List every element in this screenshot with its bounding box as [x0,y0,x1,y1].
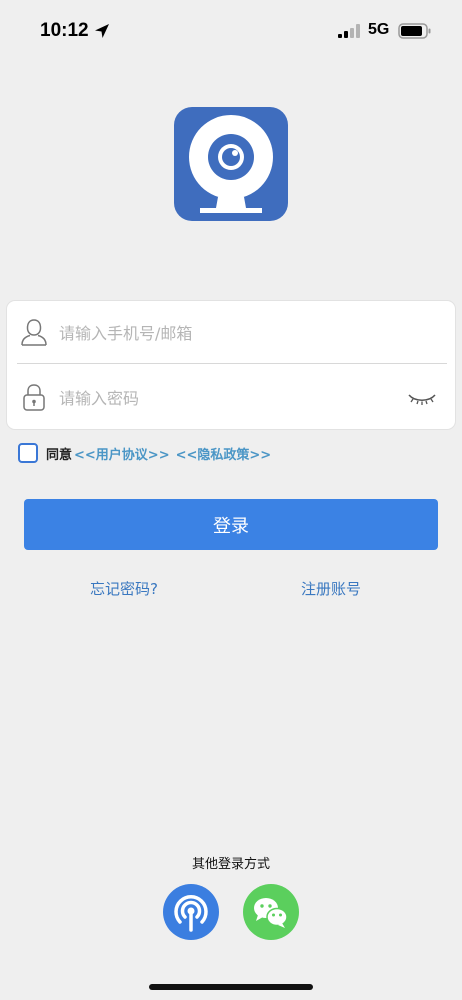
password-input[interactable] [59,380,389,416]
wechat-login-button[interactable] [243,884,299,940]
network-type: 5G [368,21,390,38]
password-field-row [7,366,457,430]
agreement-checkbox[interactable] [18,443,38,463]
wechat-icon [254,898,288,928]
forgot-password-link[interactable]: 忘记密码? [90,578,158,599]
status-time: 10:12 [40,20,89,41]
battery-icon [398,23,431,39]
broadcast-icon [174,895,208,932]
eye-closed-icon[interactable] [407,388,437,408]
login-card [6,300,456,430]
broadcast-login-button[interactable] [163,884,219,940]
register-link[interactable]: 注册账号 [301,578,361,599]
phone-field-row [7,301,457,365]
user-icon [21,319,47,346]
privacy-policy-link[interactable]: <<隐私政策>> [176,444,272,463]
phone-email-input[interactable] [59,315,389,351]
agreement-row: 同意 <<用户协议>> <<隐私政策>> [18,441,271,465]
lock-icon [23,384,45,411]
signal-icon [338,24,360,38]
webcam-icon [189,115,273,213]
app-logo [174,107,288,221]
user-agreement-link[interactable]: <<用户协议>> [74,444,170,463]
status-bar: 10:12 5G [0,0,462,60]
field-divider [17,363,447,364]
other-login-title: 其他登录方式 [191,857,270,872]
home-indicator[interactable] [149,984,313,990]
agreement-prefix: 同意 [46,447,73,463]
location-arrow-icon [95,24,109,38]
login-button[interactable]: 登录 [24,499,438,550]
